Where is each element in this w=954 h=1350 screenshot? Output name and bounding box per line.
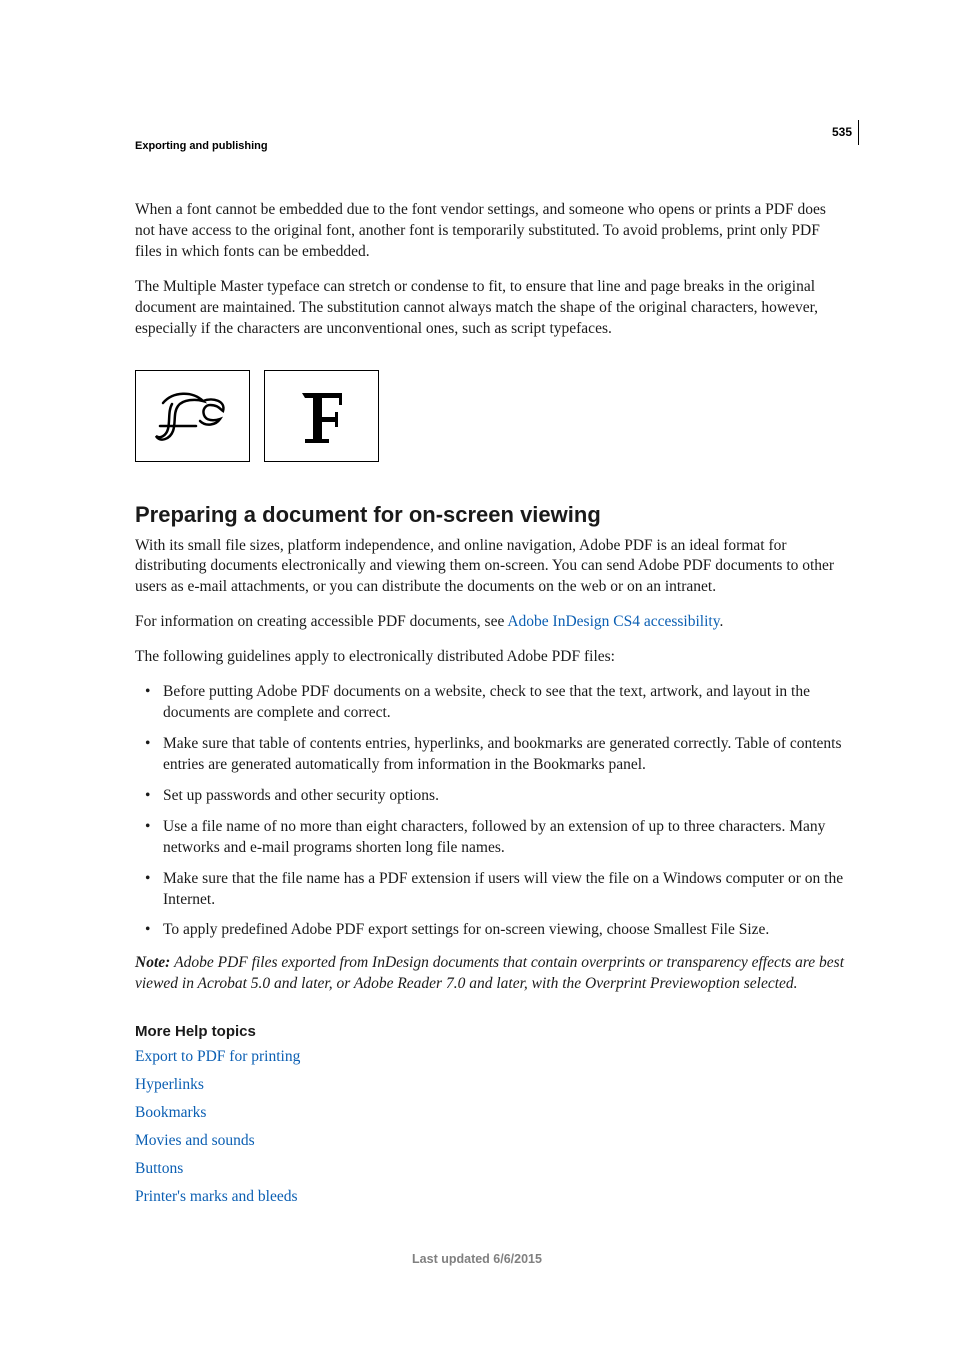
font-comparison-figure xyxy=(135,370,844,462)
serif-font-sample xyxy=(264,370,379,462)
link-export-pdf-printing[interactable]: Export to PDF for printing xyxy=(135,1048,844,1066)
list-item: To apply predefined Adobe PDF export set… xyxy=(135,920,844,941)
note-label: Note: xyxy=(135,954,174,971)
heading-preparing-document: Preparing a document for on-screen viewi… xyxy=(135,502,844,528)
note-paragraph: Note: Adobe PDF files exported from InDe… xyxy=(135,953,844,995)
list-item: Before putting Adobe PDF documents on a … xyxy=(135,682,844,724)
paragraph-small-file-sizes: With its small file sizes, platform inde… xyxy=(135,536,844,599)
heading-more-help: More Help topics xyxy=(135,1023,844,1040)
page-content: Exporting and publishing When a font can… xyxy=(0,0,954,1206)
link-buttons[interactable]: Buttons xyxy=(135,1160,844,1178)
list-item: Use a file name of no more than eight ch… xyxy=(135,817,844,859)
paragraph-multiple-master: The Multiple Master typeface can stretch… xyxy=(135,277,844,340)
guidelines-list: Before putting Adobe PDF documents on a … xyxy=(135,682,844,941)
link-indesign-accessibility[interactable]: Adobe InDesign CS4 accessibility xyxy=(507,613,719,630)
page-number-rule xyxy=(858,120,859,145)
link-hyperlinks[interactable]: Hyperlinks xyxy=(135,1076,844,1094)
list-item: Make sure that table of contents entries… xyxy=(135,734,844,776)
paragraph-guidelines-intro: The following guidelines apply to electr… xyxy=(135,647,844,668)
link-bookmarks[interactable]: Bookmarks xyxy=(135,1104,844,1122)
list-item: Make sure that the file name has a PDF e… xyxy=(135,869,844,911)
link-printers-marks[interactable]: Printer's marks and bleeds xyxy=(135,1188,844,1206)
note-text: Adobe PDF files exported from InDesign d… xyxy=(135,954,844,992)
page-number: 535 xyxy=(832,125,852,139)
script-font-sample xyxy=(135,370,250,462)
paragraph-font-embed: When a font cannot be embedded due to th… xyxy=(135,200,844,263)
link-movies-sounds[interactable]: Movies and sounds xyxy=(135,1132,844,1150)
list-item: Set up passwords and other security opti… xyxy=(135,786,844,807)
para4-suffix: . xyxy=(719,613,723,630)
paragraph-accessible-pdf: For information on creating accessible P… xyxy=(135,612,844,633)
para4-prefix: For information on creating accessible P… xyxy=(135,613,507,630)
header-section-title: Exporting and publishing xyxy=(135,140,844,152)
footer-last-updated: Last updated 6/6/2015 xyxy=(0,1252,954,1266)
